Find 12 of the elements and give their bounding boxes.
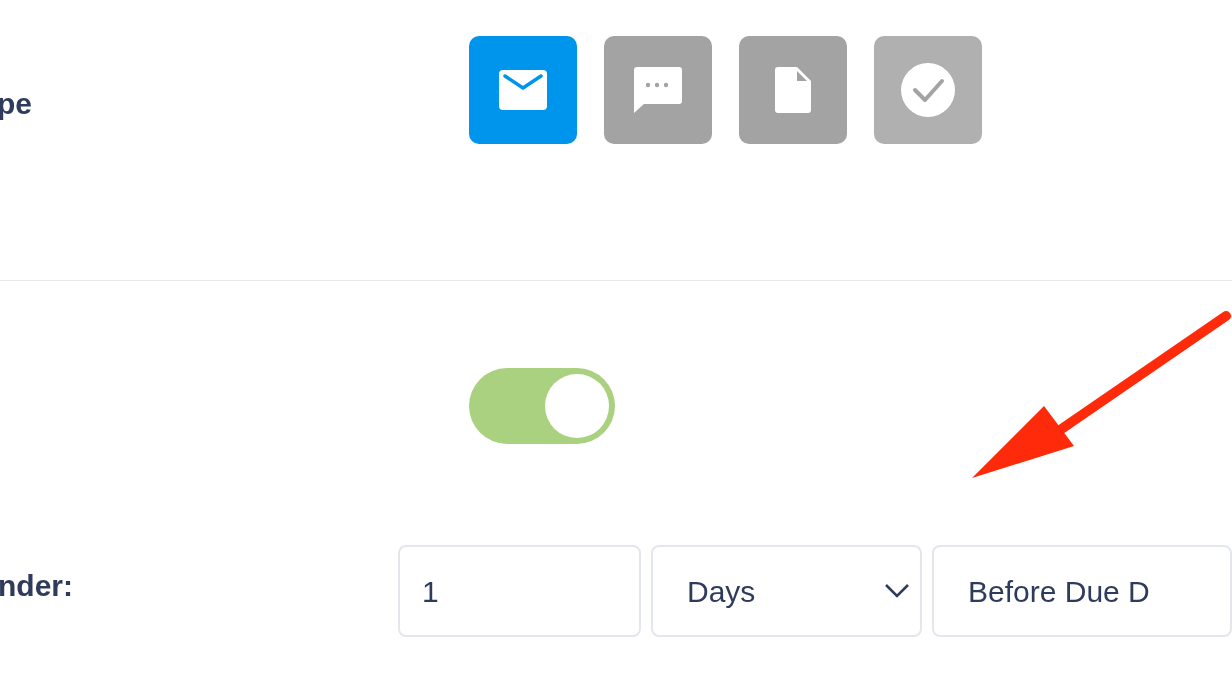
email-type-button[interactable]: [469, 36, 577, 144]
document-type-button[interactable]: [739, 36, 847, 144]
envelope-icon: [499, 70, 547, 110]
timing-dropdown[interactable]: Before Due D: [932, 545, 1232, 637]
field-label: nder:: [0, 568, 74, 604]
chevron-down-icon: [884, 583, 910, 599]
amount-field[interactable]: 1: [398, 545, 641, 637]
document-icon: [775, 67, 811, 113]
speech-bubble-icon: [634, 67, 682, 113]
unit-dropdown[interactable]: Days: [651, 545, 922, 637]
check-circle-icon: [901, 63, 955, 117]
chat-type-button[interactable]: [604, 36, 712, 144]
